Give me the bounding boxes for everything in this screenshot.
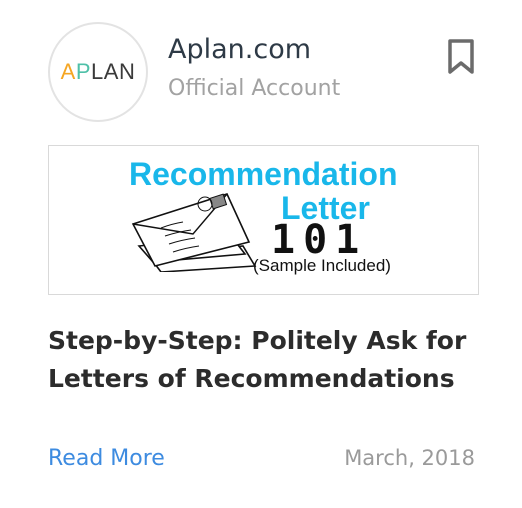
article-banner-image[interactable]: Recommendation Letter 101 (Sample Includ… — [48, 145, 479, 295]
account-subtitle: Official Account — [168, 76, 341, 101]
bookmark-icon[interactable] — [446, 38, 476, 76]
account-avatar[interactable]: APLAN — [48, 22, 148, 122]
banner-title-line1: Recommendation — [129, 156, 398, 192]
envelope-illustration — [131, 193, 257, 272]
account-name[interactable]: Aplan.com — [168, 34, 311, 65]
article-headline[interactable]: Step-by-Step: Politely Ask for Letters o… — [48, 322, 488, 398]
avatar-logo-text: APLAN — [60, 59, 136, 84]
read-more-link[interactable]: Read More — [48, 446, 165, 471]
banner-note: (Sample Included) — [253, 256, 391, 275]
article-date: March, 2018 — [344, 446, 475, 470]
